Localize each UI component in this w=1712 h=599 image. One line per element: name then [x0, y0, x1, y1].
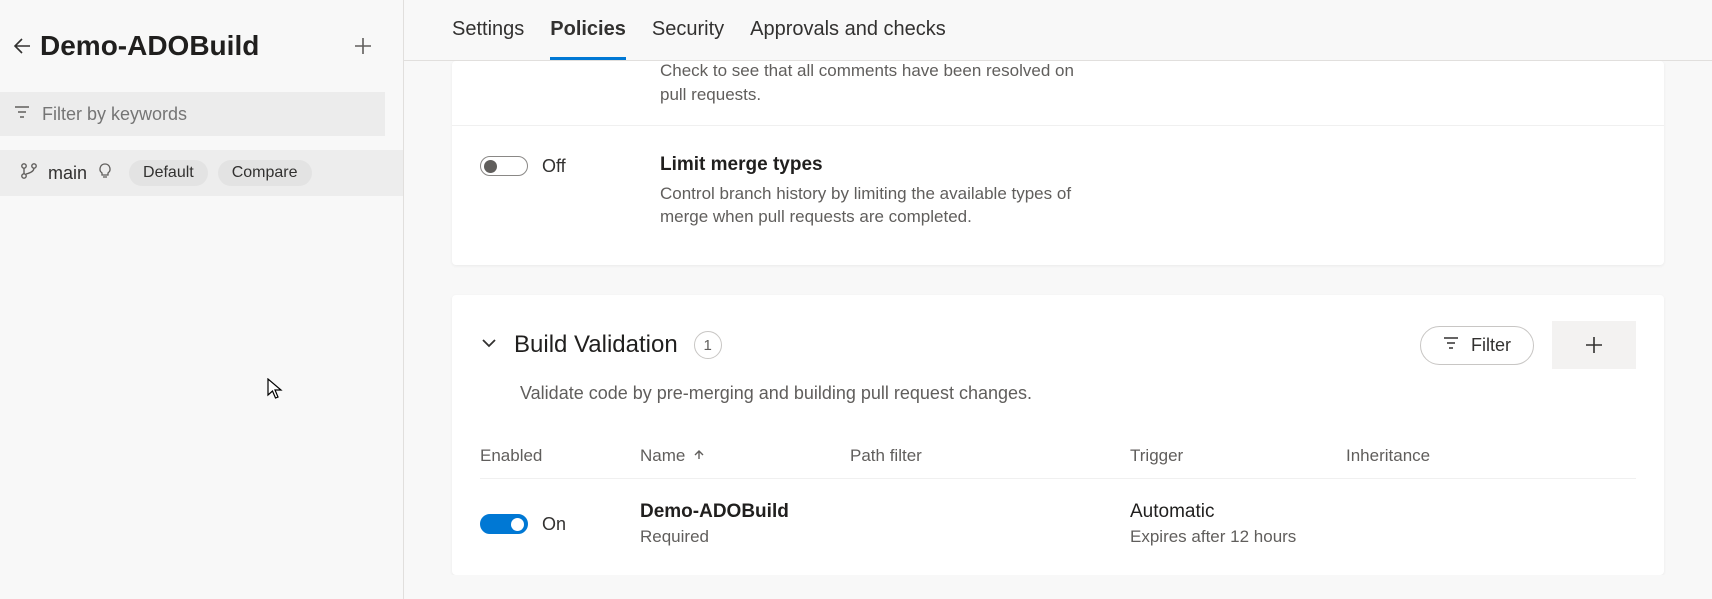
build-validation-card: Build Validation 1 Filter Validate code …	[452, 295, 1664, 575]
row-name: Demo-ADOBuild	[640, 501, 1130, 523]
add-build-policy-button[interactable]	[1552, 321, 1636, 369]
branch-icon	[20, 162, 38, 185]
row-requirement: Required	[640, 527, 1130, 547]
filter-icon	[14, 104, 30, 125]
policy-row-comment-resolution: Check to see that all comments have been…	[452, 61, 1664, 125]
back-arrow-icon[interactable]	[0, 36, 40, 56]
tab-settings[interactable]: Settings	[452, 18, 524, 60]
filter-label: Filter	[1471, 335, 1511, 356]
policy-title: Limit merge types	[660, 154, 1636, 176]
limit-merge-toggle[interactable]	[480, 156, 528, 176]
default-badge: Default	[129, 160, 208, 186]
section-title: Build Validation	[514, 331, 678, 359]
row-trigger: Automatic	[1130, 501, 1346, 523]
col-enabled[interactable]: Enabled	[480, 446, 640, 466]
col-inheritance[interactable]: Inheritance	[1346, 446, 1636, 466]
lightbulb-icon	[97, 163, 113, 184]
main-area: Settings Policies Security Approvals and…	[404, 0, 1712, 599]
filter-icon	[1443, 335, 1459, 356]
table-header: Enabled Name Path filter Trigger Inherit…	[480, 434, 1636, 478]
filter-button[interactable]: Filter	[1420, 326, 1534, 365]
repo-title: Demo-ADOBuild	[40, 30, 343, 62]
sort-up-icon	[693, 446, 705, 466]
count-badge: 1	[694, 331, 722, 359]
col-name-label: Name	[640, 446, 685, 466]
col-name[interactable]: Name	[640, 446, 850, 466]
policy-desc: Control branch history by limiting the a…	[660, 182, 1080, 230]
add-branch-button[interactable]	[343, 37, 383, 55]
row-trigger-sub: Expires after 12 hours	[1130, 527, 1346, 547]
tab-security[interactable]: Security	[652, 18, 724, 60]
sidebar: Demo-ADOBuild main Default Compare	[0, 0, 404, 599]
tabs: Settings Policies Security Approvals and…	[404, 0, 1712, 61]
section-header: Build Validation 1 Filter	[480, 321, 1636, 369]
branch-row-main[interactable]: main Default Compare	[0, 150, 403, 196]
branch-name: main	[48, 163, 87, 184]
toggle-state-label: On	[542, 514, 566, 535]
tab-approvals[interactable]: Approvals and checks	[750, 18, 946, 60]
toggle-state-label: Off	[542, 156, 566, 177]
filter-input[interactable]	[42, 104, 371, 125]
policy-desc: Check to see that all comments have been…	[660, 61, 1080, 107]
filter-box[interactable]	[0, 92, 385, 136]
table-row[interactable]: On Demo-ADOBuild Required Automatic Expi…	[480, 478, 1636, 575]
policy-row-limit-merge: Off Limit merge types Control branch his…	[452, 125, 1664, 266]
content: Check to see that all comments have been…	[404, 61, 1712, 575]
row-enabled-toggle[interactable]	[480, 514, 528, 534]
chevron-down-icon[interactable]	[480, 334, 498, 357]
sidebar-header: Demo-ADOBuild	[0, 0, 403, 86]
section-desc: Validate code by pre-merging and buildin…	[520, 383, 1636, 404]
compare-badge: Compare	[218, 160, 312, 186]
branch-policies-card: Check to see that all comments have been…	[452, 61, 1664, 265]
tab-policies[interactable]: Policies	[550, 18, 626, 60]
col-trigger[interactable]: Trigger	[1130, 446, 1346, 466]
col-path[interactable]: Path filter	[850, 446, 1130, 466]
